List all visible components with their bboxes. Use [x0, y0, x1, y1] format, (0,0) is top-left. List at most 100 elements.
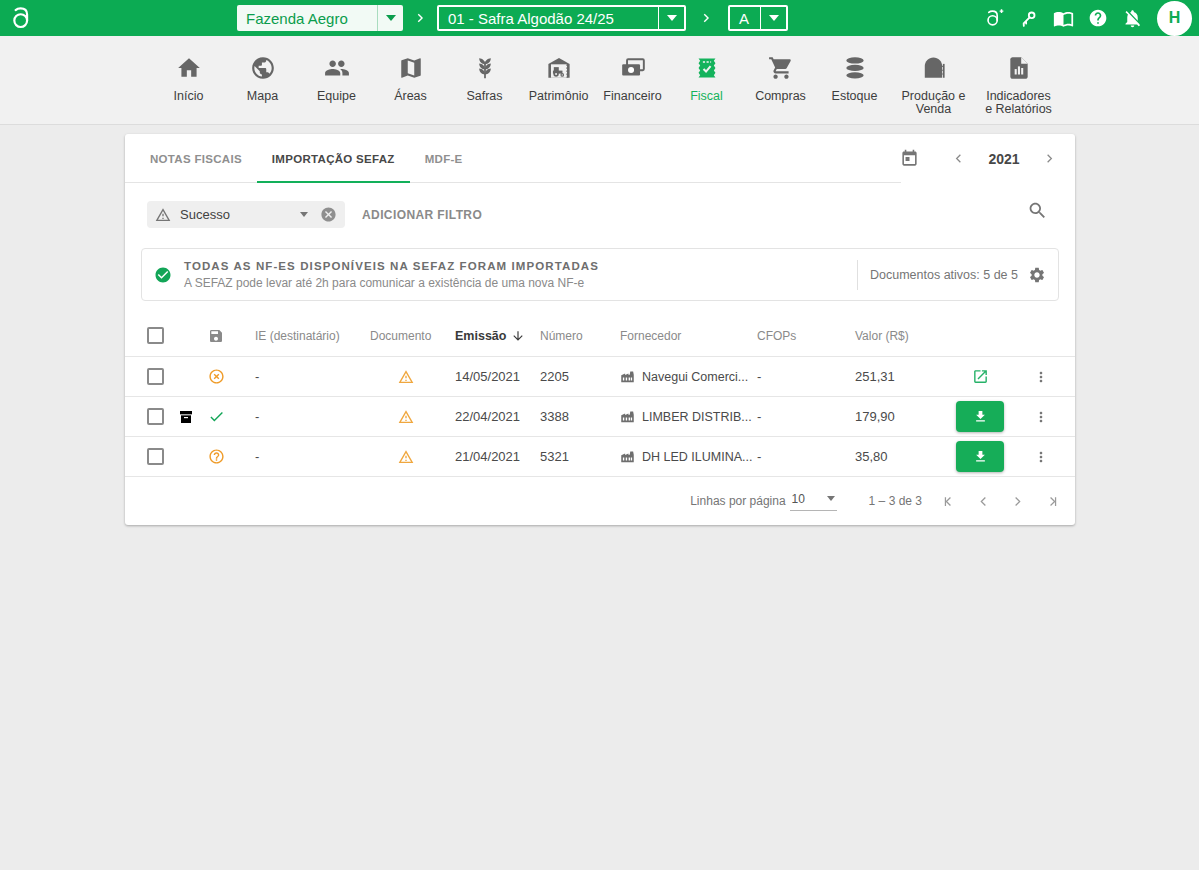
nav-item-equipe[interactable]: Equipe — [300, 55, 374, 124]
wheat-icon — [472, 55, 498, 81]
next-year-icon[interactable] — [1042, 151, 1057, 166]
rows-per-page-select[interactable]: 10 — [790, 492, 837, 511]
filter-chip[interactable]: Sucesso — [147, 201, 345, 228]
cell-cfops: - — [757, 409, 855, 424]
cell-ie: - — [255, 449, 370, 464]
select-all-checkbox[interactable] — [147, 327, 164, 344]
document-warning-icon — [398, 449, 414, 465]
nav-item-areas[interactable]: Áreas — [374, 55, 448, 124]
calendar-icon[interactable] — [900, 149, 919, 168]
row-menu-icon[interactable] — [1033, 449, 1049, 465]
nav-item-indicadores-e-relatorios[interactable]: Indicadores e Relatórios — [976, 55, 1062, 124]
search-icon[interactable] — [1027, 200, 1048, 221]
archived-icon — [178, 409, 208, 425]
nav-item-estoque[interactable]: Estoque — [818, 55, 892, 124]
tab-mdf-e[interactable]: MDF-E — [410, 134, 478, 183]
row-menu-icon[interactable] — [1033, 369, 1049, 385]
chevron-down-icon[interactable] — [659, 15, 684, 21]
factory-icon — [620, 449, 635, 464]
download-button[interactable] — [956, 441, 1004, 472]
cell-cfops: - — [757, 449, 855, 464]
factory-icon — [620, 369, 635, 384]
help-icon[interactable] — [1088, 8, 1108, 28]
clear-filter-icon[interactable] — [320, 206, 337, 223]
download-button[interactable] — [956, 401, 1004, 432]
home-icon — [176, 55, 202, 81]
cell-valor: 251,31 — [855, 369, 940, 384]
row-menu-icon[interactable] — [1033, 409, 1049, 425]
cell-emissao: 21/04/2021 — [455, 449, 540, 464]
pagination-range: 1 – 3 de 3 — [869, 494, 922, 508]
col-ie: IE (destinatário) — [255, 329, 370, 343]
active-documents-label: Documentos ativos: 5 de 5 — [870, 268, 1018, 282]
chevron-down-icon[interactable] — [378, 15, 403, 21]
last-page-icon[interactable] — [1044, 494, 1059, 509]
aegro-logo-icon[interactable] — [9, 5, 35, 31]
warning-icon — [155, 207, 171, 223]
add-filter-button[interactable]: ADICIONAR FILTRO — [362, 201, 482, 228]
book-icon[interactable] — [1053, 8, 1074, 29]
notifications-off-icon[interactable] — [1122, 8, 1143, 29]
previous-year-icon[interactable] — [951, 151, 966, 166]
gear-icon[interactable] — [1028, 266, 1046, 284]
row-checkbox[interactable] — [147, 448, 164, 465]
import-status-banner: TODAS AS NF-ES DISPONÍVEIS NA SEFAZ FORA… — [141, 248, 1059, 301]
banner-subtitle: A SEFAZ pode levar até 2h para comunicar… — [184, 276, 599, 290]
cell-valor: 35,80 — [855, 449, 940, 464]
avatar[interactable]: H — [1157, 1, 1192, 36]
first-page-icon[interactable] — [942, 494, 957, 509]
year-value: 2021 — [966, 151, 1042, 167]
cell-numero: 3388 — [540, 409, 620, 424]
year-navigator: 2021 — [900, 134, 1057, 183]
table-header: IE (destinatário) Documento Emissão Núme… — [125, 315, 1075, 357]
row-checkbox[interactable] — [147, 368, 164, 385]
invite-user-icon[interactable] — [983, 7, 1005, 29]
cell-fornecedor: LIMBER DISTRIB... — [642, 410, 752, 424]
tab-notas-fiscais[interactable]: NOTAS FISCAIS — [135, 134, 257, 183]
col-emissao[interactable]: Emissão — [455, 329, 540, 343]
report-chart-icon — [1006, 55, 1032, 81]
nav-item-inicio[interactable]: Início — [152, 55, 226, 124]
documents-table: IE (destinatário) Documento Emissão Núme… — [125, 315, 1075, 477]
nav-item-safras[interactable]: Safras — [448, 55, 522, 124]
check-circle-icon — [154, 266, 172, 284]
sort-desc-icon — [511, 329, 525, 343]
next-page-icon[interactable] — [1010, 494, 1025, 509]
people-icon — [324, 55, 350, 81]
pagination-controls — [942, 494, 1059, 509]
stamp-check-icon — [694, 55, 720, 81]
nav-item-mapa[interactable]: Mapa — [226, 55, 300, 124]
map-icon — [398, 55, 424, 81]
nav-item-compras[interactable]: Compras — [744, 55, 818, 124]
col-fornecedor: Fornecedor — [620, 329, 757, 343]
cell-fornecedor: Navegui Comerci... — [642, 370, 748, 384]
filter-chip-label: Sucesso — [180, 207, 300, 222]
globe-icon — [250, 55, 276, 81]
farm-selector[interactable]: Fazenda Aegro — [237, 5, 403, 31]
row-checkbox[interactable] — [147, 408, 164, 425]
breadcrumb-chevron-icon — [699, 11, 713, 25]
cell-ie: - — [255, 409, 370, 424]
season-selector[interactable]: 01 - Safra Algodão 24/25 — [437, 5, 686, 31]
save-column-icon — [208, 328, 255, 344]
table-row: - 21/04/2021 5321 DH LED ILUMINA... - 35… — [125, 437, 1075, 477]
account-selector[interactable]: A — [728, 5, 788, 31]
nav-item-patrimonio[interactable]: Patrimônio — [522, 55, 596, 124]
chevron-down-icon — [827, 496, 835, 501]
chevron-down-icon[interactable] — [300, 212, 308, 217]
key-icon[interactable] — [1019, 8, 1039, 28]
nav-item-producao-e-venda[interactable]: Produção e Venda — [892, 55, 976, 124]
previous-page-icon[interactable] — [976, 494, 991, 509]
stack-icon — [842, 55, 868, 81]
money-icon — [620, 55, 646, 81]
nav-item-financeiro[interactable]: Financeiro — [596, 55, 670, 124]
chevron-down-icon[interactable] — [761, 15, 786, 21]
farm-selector-value: Fazenda Aegro — [237, 10, 377, 27]
table-footer: Linhas por página 10 1 – 3 de 3 — [125, 477, 1075, 525]
silo-icon — [921, 55, 947, 81]
status-pending-icon — [208, 448, 255, 465]
nav-item-fiscal[interactable]: Fiscal — [670, 55, 744, 124]
tab-importacao-sefaz[interactable]: IMPORTAÇÃO SEFAZ — [257, 134, 410, 183]
open-document-icon[interactable] — [972, 368, 989, 385]
cell-emissao: 22/04/2021 — [455, 409, 540, 424]
